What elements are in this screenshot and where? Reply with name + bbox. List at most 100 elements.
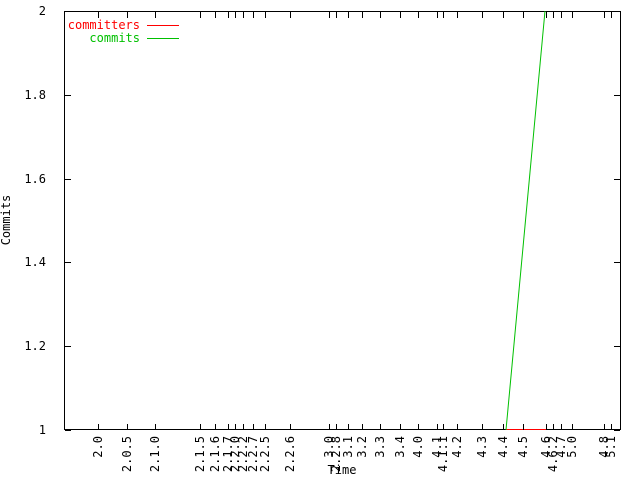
legend-label-commits: commits xyxy=(40,32,140,45)
y-tick-label: 1 xyxy=(6,423,46,437)
x-tick-top xyxy=(503,12,504,18)
x-tick-bottom xyxy=(437,424,438,430)
x-tick-bottom xyxy=(523,424,524,430)
x-tick-label: 4.4 xyxy=(497,436,509,480)
x-tick-bottom xyxy=(457,424,458,430)
x-tick-top xyxy=(253,12,254,18)
x-tick-top xyxy=(604,12,605,18)
y-tick-left xyxy=(65,11,71,12)
x-tick-bottom xyxy=(329,424,330,430)
x-tick-bottom xyxy=(348,424,349,430)
x-tick-label: 4.3 xyxy=(476,436,488,480)
commits-chart: Commits Time committers commits 2.02.0.5… xyxy=(0,0,640,480)
y-tick-label: 1.8 xyxy=(6,88,46,102)
legend: committers commits xyxy=(40,19,179,45)
x-tick-top xyxy=(553,12,554,18)
x-tick-label: 4.2 xyxy=(451,436,463,480)
x-tick-top xyxy=(482,12,483,18)
x-tick-top xyxy=(362,12,363,18)
plot-lines xyxy=(64,11,621,430)
y-tick-right xyxy=(614,346,620,347)
x-tick-bottom xyxy=(418,424,419,430)
x-tick-bottom xyxy=(243,424,244,430)
x-tick-bottom xyxy=(290,424,291,430)
y-tick-left xyxy=(65,346,71,347)
x-tick-top xyxy=(235,12,236,18)
x-tick-bottom xyxy=(400,424,401,430)
x-tick-label: 2.2.6 xyxy=(284,436,296,480)
x-tick-bottom xyxy=(380,424,381,430)
y-tick-right xyxy=(614,430,620,431)
x-tick-bottom xyxy=(443,424,444,430)
legend-line-sample-commits xyxy=(147,38,179,39)
x-tick-label: 3.3 xyxy=(374,436,386,480)
x-tick-top xyxy=(546,12,547,18)
x-tick-label: 5.1 xyxy=(605,436,617,480)
y-tick-label: 1.6 xyxy=(6,172,46,186)
series-line-commits xyxy=(506,11,545,430)
x-tick-top xyxy=(523,12,524,18)
y-tick-right xyxy=(614,262,620,263)
x-tick-top xyxy=(200,12,201,18)
x-tick-bottom xyxy=(200,424,201,430)
x-tick-label: 2.1.5 xyxy=(194,436,206,480)
x-tick-label: 3.2 xyxy=(356,436,368,480)
x-tick-top xyxy=(228,12,229,18)
x-tick-label: 3.1 xyxy=(342,436,354,480)
x-tick-top xyxy=(437,12,438,18)
x-tick-bottom xyxy=(561,424,562,430)
y-tick-left xyxy=(65,179,71,180)
x-tick-label: 2.1.6 xyxy=(209,436,221,480)
x-tick-top xyxy=(329,12,330,18)
legend-line-sample-committers xyxy=(147,25,179,26)
x-tick-bottom xyxy=(155,424,156,430)
x-tick-label: 2.0 xyxy=(92,436,104,480)
x-tick-top xyxy=(265,12,266,18)
x-tick-bottom xyxy=(553,424,554,430)
x-tick-bottom xyxy=(127,424,128,430)
x-tick-top xyxy=(572,12,573,18)
x-tick-label: 3.4 xyxy=(394,436,406,480)
x-tick-label: 4.1.1 xyxy=(437,436,449,480)
x-tick-bottom xyxy=(611,424,612,430)
x-tick-top xyxy=(290,12,291,18)
y-tick-right xyxy=(614,179,620,180)
x-tick-top xyxy=(418,12,419,18)
x-tick-label: 2.1.0 xyxy=(149,436,161,480)
y-tick-right xyxy=(614,11,620,12)
x-tick-top xyxy=(400,12,401,18)
x-tick-bottom xyxy=(98,424,99,430)
x-tick-top xyxy=(155,12,156,18)
legend-row-commits: commits xyxy=(40,32,179,45)
x-tick-top xyxy=(336,12,337,18)
x-tick-bottom xyxy=(546,424,547,430)
x-tick-top xyxy=(215,12,216,18)
x-tick-bottom xyxy=(215,424,216,430)
x-tick-bottom xyxy=(336,424,337,430)
x-tick-label: 2.2.5 xyxy=(259,436,271,480)
x-tick-top xyxy=(380,12,381,18)
y-tick-left xyxy=(65,262,71,263)
y-tick-label: 2 xyxy=(6,4,46,18)
y-tick-left xyxy=(65,95,71,96)
y-tick-left xyxy=(65,430,71,431)
x-tick-label: 4.5 xyxy=(517,436,529,480)
x-tick-bottom xyxy=(228,424,229,430)
x-tick-top xyxy=(611,12,612,18)
x-tick-label: 2.0.5 xyxy=(121,436,133,480)
x-tick-top xyxy=(98,12,99,18)
x-tick-bottom xyxy=(604,424,605,430)
y-tick-label: 1.4 xyxy=(6,255,46,269)
x-tick-bottom xyxy=(503,424,504,430)
x-tick-bottom xyxy=(235,424,236,430)
x-tick-bottom xyxy=(362,424,363,430)
x-tick-top xyxy=(457,12,458,18)
x-tick-top xyxy=(127,12,128,18)
x-tick-bottom xyxy=(253,424,254,430)
x-tick-top xyxy=(348,12,349,18)
x-tick-top xyxy=(561,12,562,18)
x-tick-bottom xyxy=(572,424,573,430)
x-tick-bottom xyxy=(265,424,266,430)
x-tick-top xyxy=(443,12,444,18)
y-tick-label: 1.2 xyxy=(6,339,46,353)
